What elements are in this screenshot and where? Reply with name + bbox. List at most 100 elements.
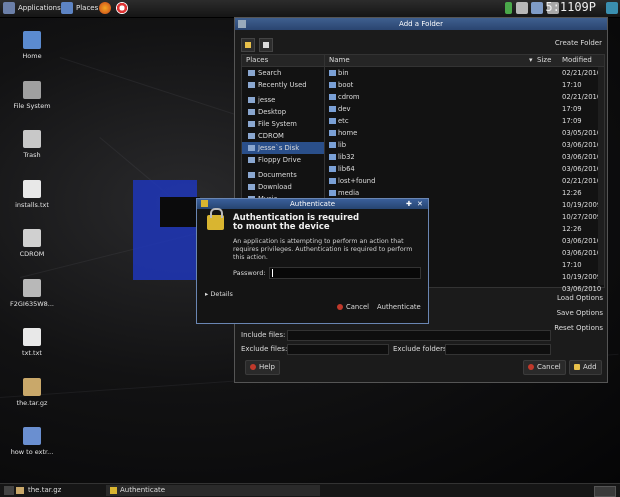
file-row[interactable]: etc 17:09 bbox=[325, 115, 604, 127]
taskbar-item-tar[interactable]: the.tar.gz bbox=[14, 485, 116, 496]
edit-location-button[interactable] bbox=[241, 38, 255, 52]
file-modified: 17:09 bbox=[562, 105, 582, 113]
display-icon[interactable] bbox=[531, 2, 543, 14]
file-row[interactable]: dev 17:09 bbox=[325, 103, 604, 115]
desktop-icon[interactable]: Trash bbox=[0, 130, 64, 159]
volume-toggle-button[interactable] bbox=[259, 38, 273, 52]
place-label: Jesse`s Disk bbox=[258, 144, 300, 152]
close-icon[interactable]: ✕ bbox=[417, 200, 425, 208]
desktop-icon[interactable]: F2GI635W8... bbox=[0, 278, 64, 308]
places-menu-icon[interactable] bbox=[61, 2, 73, 14]
create-folder-button[interactable]: Create Folder bbox=[552, 37, 605, 49]
top-panel: Applications Places 5:1109P bbox=[0, 0, 620, 18]
place-label: Desktop bbox=[258, 108, 287, 116]
desktop-icon[interactable]: CDROM bbox=[0, 229, 64, 258]
desktop-icon-label: how to extr... bbox=[10, 448, 54, 456]
pin-icon[interactable]: ✚ bbox=[406, 200, 414, 208]
file-name: lost+found bbox=[338, 177, 376, 185]
cdrom-icon bbox=[23, 229, 41, 247]
show-desktop-icon[interactable] bbox=[4, 486, 14, 495]
user-menu-icon[interactable] bbox=[606, 2, 618, 14]
firefox-launcher-icon[interactable] bbox=[99, 2, 111, 14]
size-column-header[interactable]: Size bbox=[537, 55, 551, 66]
help-button[interactable]: Help bbox=[245, 360, 280, 375]
add-folder-title: Add a Folder bbox=[235, 18, 607, 30]
load-options-button[interactable]: Load Options bbox=[557, 294, 603, 302]
clock[interactable]: 5:1109P bbox=[545, 0, 596, 14]
file-name: etc bbox=[338, 117, 349, 125]
file-list-scrollbar[interactable] bbox=[598, 67, 604, 285]
modified-column-header[interactable]: Modified bbox=[562, 55, 592, 66]
sort-arrow-icon: ▾ bbox=[529, 56, 533, 64]
file-name: cdrom bbox=[338, 93, 360, 101]
file-row[interactable]: cdrom 02/21/2010 bbox=[325, 91, 604, 103]
include-files-input[interactable] bbox=[287, 330, 551, 341]
place-item[interactable]: Download bbox=[242, 181, 324, 193]
desktop-icon[interactable]: txt.txt bbox=[0, 328, 64, 357]
places-menu[interactable]: Places bbox=[76, 3, 98, 14]
password-input[interactable] bbox=[269, 267, 421, 279]
taskbar-item-authenticate[interactable]: Authenticate bbox=[106, 485, 320, 496]
file-modified: 10/27/2009 bbox=[562, 213, 602, 221]
exclude-files-input[interactable] bbox=[287, 344, 389, 355]
auth-heading: Authentication is required to mount the … bbox=[233, 213, 360, 232]
place-label: jesse bbox=[258, 96, 276, 104]
place-item[interactable]: Recently Used bbox=[242, 79, 324, 91]
exclude-folders-input[interactable] bbox=[445, 344, 551, 355]
cancel-button[interactable]: Cancel bbox=[523, 360, 566, 375]
file-modified: 17:10 bbox=[562, 81, 582, 89]
network-icon[interactable] bbox=[505, 2, 512, 14]
add-button[interactable]: Add bbox=[569, 360, 602, 375]
bottom-taskbar: the.tar.gz Authenticate bbox=[0, 483, 620, 497]
workspace-switcher[interactable] bbox=[594, 486, 616, 497]
text-file-icon bbox=[23, 179, 41, 198]
pencil-icon bbox=[245, 42, 251, 48]
file-row[interactable]: boot 17:10 bbox=[325, 79, 604, 91]
desktop-icon[interactable]: how to extr... bbox=[0, 427, 64, 456]
place-item[interactable]: Floppy Drive bbox=[242, 154, 324, 166]
place-label: Recently Used bbox=[258, 81, 307, 89]
lifebuoy-help-icon[interactable] bbox=[116, 2, 128, 14]
applications-menu[interactable]: Applications bbox=[18, 3, 61, 14]
file-row[interactable]: lib64 03/06/2010 bbox=[325, 163, 604, 175]
desktop-icon[interactable]: File System bbox=[0, 80, 64, 110]
clipboard-icon[interactable] bbox=[516, 2, 528, 14]
desktop-icon[interactable]: installs.txt bbox=[0, 179, 64, 209]
image-file-icon bbox=[23, 427, 41, 445]
folder-icon bbox=[329, 82, 336, 88]
file-row[interactable]: lost+found 02/21/2010 bbox=[325, 175, 604, 187]
save-options-button[interactable]: Save Options bbox=[557, 309, 603, 317]
place-item[interactable]: Jesse`s Disk bbox=[242, 142, 324, 154]
padlock-icon bbox=[207, 208, 224, 230]
file-name: boot bbox=[338, 81, 354, 89]
file-name: dev bbox=[338, 105, 351, 113]
desktop-icon[interactable]: Home bbox=[0, 31, 64, 60]
file-modified: 02/21/2010 bbox=[562, 93, 602, 101]
file-name: lib64 bbox=[338, 165, 355, 173]
exclude-files-label: Exclude files: bbox=[241, 345, 288, 353]
file-row[interactable]: lib 03/06/2010 bbox=[325, 139, 604, 151]
place-item[interactable]: Search bbox=[242, 67, 324, 79]
place-icon bbox=[248, 70, 255, 76]
desktop-icon-label: Home bbox=[22, 52, 42, 60]
authenticate-button[interactable]: Authenticate bbox=[373, 301, 425, 314]
place-item[interactable]: jesse bbox=[242, 94, 324, 106]
file-modified: 17:10 bbox=[562, 261, 582, 269]
place-item[interactable]: Documents bbox=[242, 169, 324, 181]
place-item[interactable]: CDROM bbox=[242, 130, 324, 142]
place-item[interactable]: Desktop bbox=[242, 106, 324, 118]
auth-cancel-button[interactable]: Cancel bbox=[333, 301, 373, 314]
reset-options-button[interactable]: Reset Options bbox=[554, 324, 603, 332]
places-header[interactable]: Places bbox=[242, 55, 324, 67]
place-label: Documents bbox=[258, 171, 297, 179]
desktop-icon[interactable]: the.tar.gz bbox=[0, 377, 64, 407]
place-item[interactable]: File System bbox=[242, 118, 324, 130]
file-row[interactable]: bin 02/21/2010 bbox=[325, 67, 604, 79]
details-expander[interactable]: ▸ Details bbox=[205, 290, 233, 298]
apps-menu-icon[interactable] bbox=[3, 2, 15, 14]
file-row[interactable]: lib32 03/06/2010 bbox=[325, 151, 604, 163]
file-modified: 02/21/2010 bbox=[562, 177, 602, 185]
file-row[interactable]: home 03/05/2010 bbox=[325, 127, 604, 139]
harddisk-icon bbox=[23, 80, 41, 99]
name-column-header[interactable]: Name bbox=[329, 55, 350, 66]
